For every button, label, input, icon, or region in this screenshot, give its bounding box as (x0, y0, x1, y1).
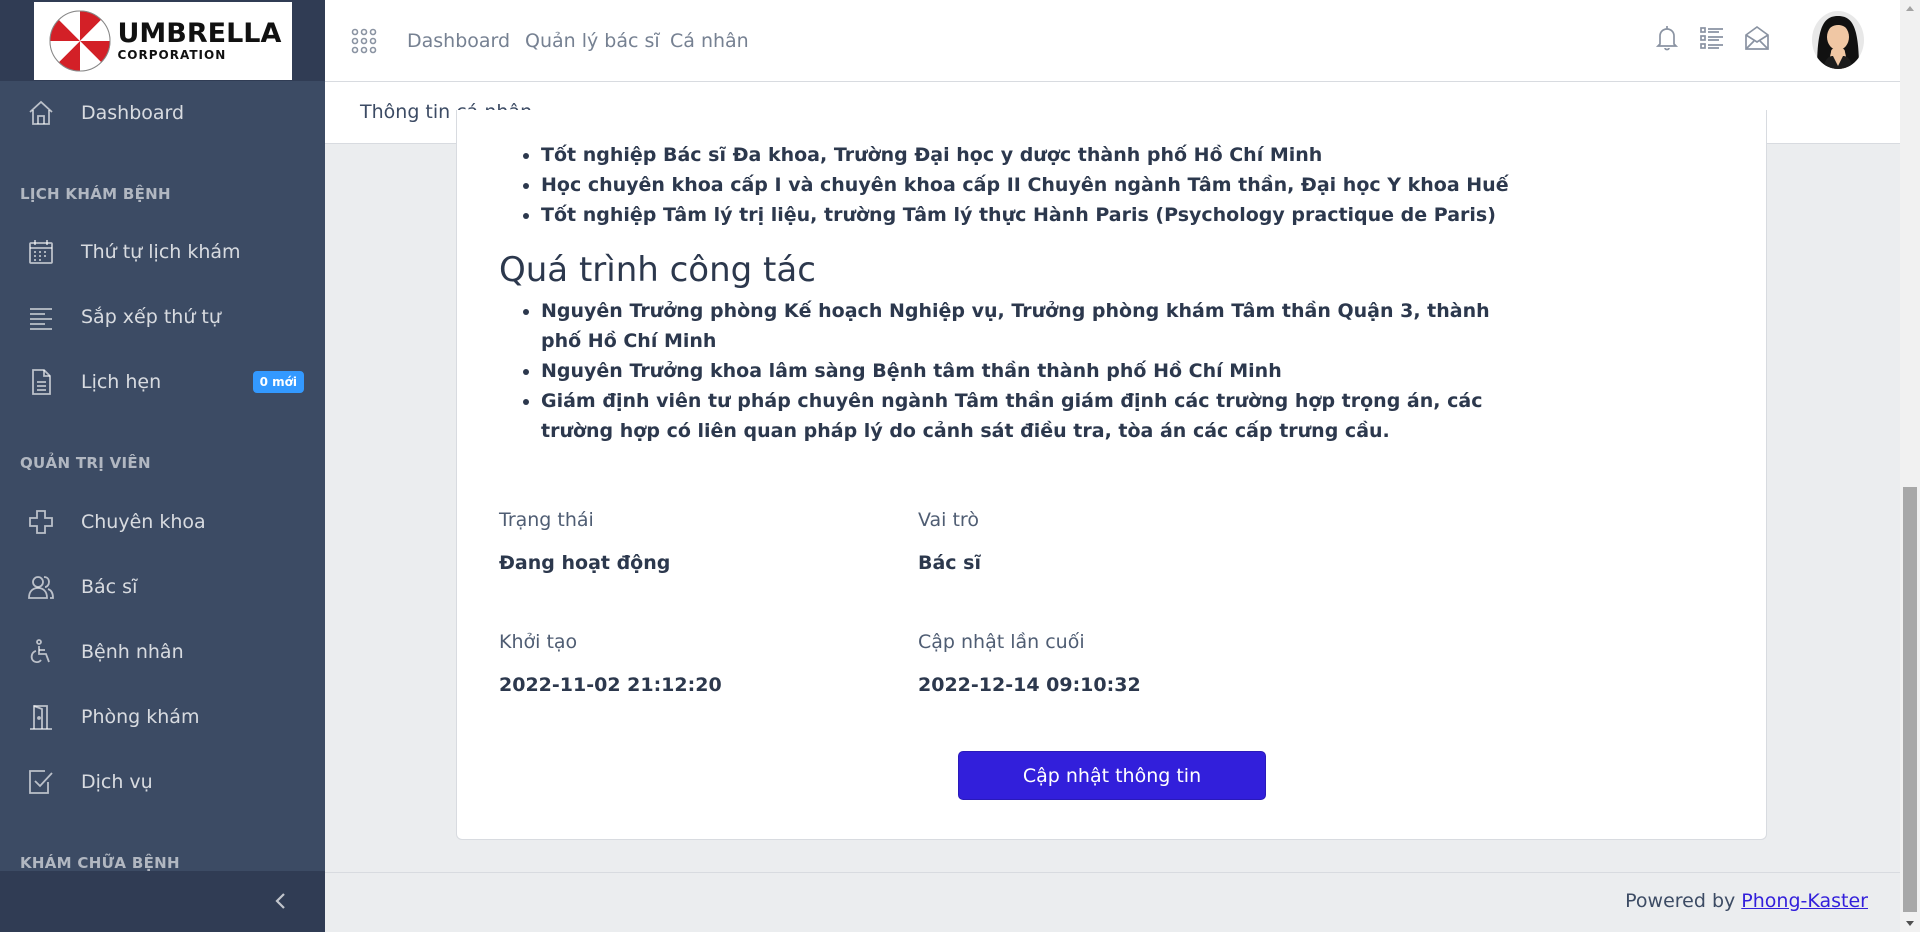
header-link-dashboard[interactable]: Dashboard (407, 0, 510, 82)
updated-label: Cập nhật lần cuối (918, 631, 1085, 653)
door-icon (30, 705, 52, 730)
sidebar-item-doctors[interactable]: Bác sĩ (0, 557, 325, 617)
people-icon (28, 576, 54, 599)
work-history-list: Nguyên Trưởng phòng Kế hoạch Nghiệp vụ, … (499, 296, 1529, 446)
footer-author-link[interactable]: Phong-Kaster (1741, 890, 1868, 912)
sidebar-nav: Dashboard LỊCH KHÁM BỆNH Thứ tự lịch khá… (0, 81, 325, 871)
update-info-button[interactable]: Cập nhật thông tin (958, 751, 1266, 800)
updated-value: 2022-12-14 09:10:32 (918, 674, 1141, 696)
sidebar-title-treatment: KHÁM CHỮA BỆNH (20, 854, 180, 871)
sidebar-item-label: Thứ tự lịch khám (81, 241, 241, 263)
umbrella-logo-icon (49, 10, 110, 71)
wheelchair-icon (30, 639, 50, 664)
sidebar-brand[interactable]: UMBRELLA CORPORATION (0, 0, 325, 81)
list-item: Tốt nghiệp Bác sĩ Đa khoa, Trường Đại họ… (541, 140, 1529, 170)
sidebar-minimize-button[interactable] (0, 871, 325, 932)
sidebar-item-dashboard[interactable]: Dashboard (0, 83, 325, 143)
sidebar-item-label: Bệnh nhân (81, 641, 184, 663)
profile-card: Tốt nghiệp Bác sĩ Đa khoa, Trường Đại họ… (456, 110, 1767, 840)
work-section: Quá trình công tác Nguyên Trưởng phòng K… (499, 250, 1529, 446)
header-link-doctor-management[interactable]: Quản lý bác sĩ (525, 0, 660, 82)
logo-sub-text: CORPORATION (117, 48, 227, 62)
page-scrollbar[interactable] (1900, 0, 1920, 932)
education-section: Tốt nghiệp Bác sĩ Đa khoa, Trường Đại họ… (499, 140, 1529, 230)
sidebar-item-label: Sắp xếp thứ tự (81, 306, 221, 328)
sidebar-item-clinics[interactable]: Phòng khám (0, 687, 325, 747)
sidebar: UMBRELLA CORPORATION Dashboard LỊCH KHÁM… (0, 0, 325, 932)
home-icon (29, 100, 53, 125)
sidebar-item-specialties[interactable]: Chuyên khoa (0, 492, 325, 552)
sidebar-item-sort-order[interactable]: Sắp xếp thứ tự (0, 287, 325, 347)
sidebar-item-appointments[interactable]: Lịch hẹn 0 mới (0, 352, 325, 412)
chevron-left-icon (275, 893, 285, 909)
sidebar-item-label: Lịch hẹn (81, 371, 162, 393)
list-item: Học chuyên khoa cấp I và chuyên khoa cấp… (541, 170, 1529, 200)
status-label: Trạng thái (499, 509, 594, 531)
envelope-open-icon[interactable] (1743, 24, 1771, 52)
role-label: Vai trò (918, 509, 979, 531)
role-value: Bác sĩ (918, 552, 982, 574)
sidebar-title-admin: QUẢN TRỊ VIÊN (20, 454, 151, 472)
task-check-icon (29, 770, 53, 794)
work-history-title: Quá trình công tác (499, 250, 816, 290)
medical-cross-icon (29, 510, 53, 534)
new-appointments-badge: 0 mới (252, 371, 304, 393)
sidebar-item-label: Chuyên khoa (81, 511, 206, 533)
footer-credit: Powered by Phong-Kaster (1625, 890, 1868, 912)
list-item: Giám định viên tư pháp chuyên ngành Tâm … (541, 386, 1529, 446)
list-item: Tốt nghiệp Tâm lý trị liệu, trường Tâm l… (541, 200, 1529, 230)
apps-grid-icon[interactable] (351, 28, 377, 54)
list-item: Nguyên Trưởng khoa lâm sàng Bệnh tâm thầ… (541, 356, 1529, 386)
bell-icon[interactable] (1653, 24, 1681, 52)
sidebar-item-schedule-order[interactable]: Thứ tự lịch khám (0, 222, 325, 282)
sidebar-item-label: Dashboard (81, 102, 185, 124)
sidebar-item-services[interactable]: Dịch vụ (0, 752, 325, 812)
footer: Powered by Phong-Kaster (325, 872, 1900, 932)
document-icon (32, 369, 51, 395)
scroll-up-arrow-icon[interactable] (1906, 6, 1914, 11)
umbrella-logo: UMBRELLA CORPORATION (33, 1, 292, 80)
education-list: Tốt nghiệp Bác sĩ Đa khoa, Trường Đại họ… (499, 140, 1529, 230)
top-header: Dashboard Quản lý bác sĩ Cá nhân (325, 0, 1900, 82)
user-avatar[interactable] (1811, 10, 1865, 70)
sidebar-item-label: Bác sĩ (81, 576, 138, 598)
align-left-icon (30, 308, 52, 330)
created-label: Khởi tạo (499, 631, 578, 653)
calendar-icon (29, 240, 53, 264)
footer-prefix: Powered by (1625, 890, 1736, 912)
sidebar-title-appointments: LỊCH KHÁM BỆNH (20, 185, 171, 203)
header-link-personal[interactable]: Cá nhân (670, 0, 749, 82)
scroll-down-arrow-icon[interactable] (1906, 921, 1914, 926)
sidebar-item-label: Phòng khám (81, 706, 200, 728)
created-value: 2022-11-02 21:12:20 (499, 674, 722, 696)
status-value: Đang hoạt động (499, 552, 671, 574)
task-list-icon[interactable] (1698, 24, 1726, 52)
list-item: Nguyên Trưởng phòng Kế hoạch Nghiệp vụ, … (541, 296, 1529, 356)
sidebar-item-patients[interactable]: Bệnh nhân (0, 622, 325, 682)
sidebar-item-label: Dịch vụ (81, 771, 153, 793)
scrollbar-thumb[interactable] (1903, 487, 1917, 912)
logo-main-text: UMBRELLA (117, 18, 282, 49)
